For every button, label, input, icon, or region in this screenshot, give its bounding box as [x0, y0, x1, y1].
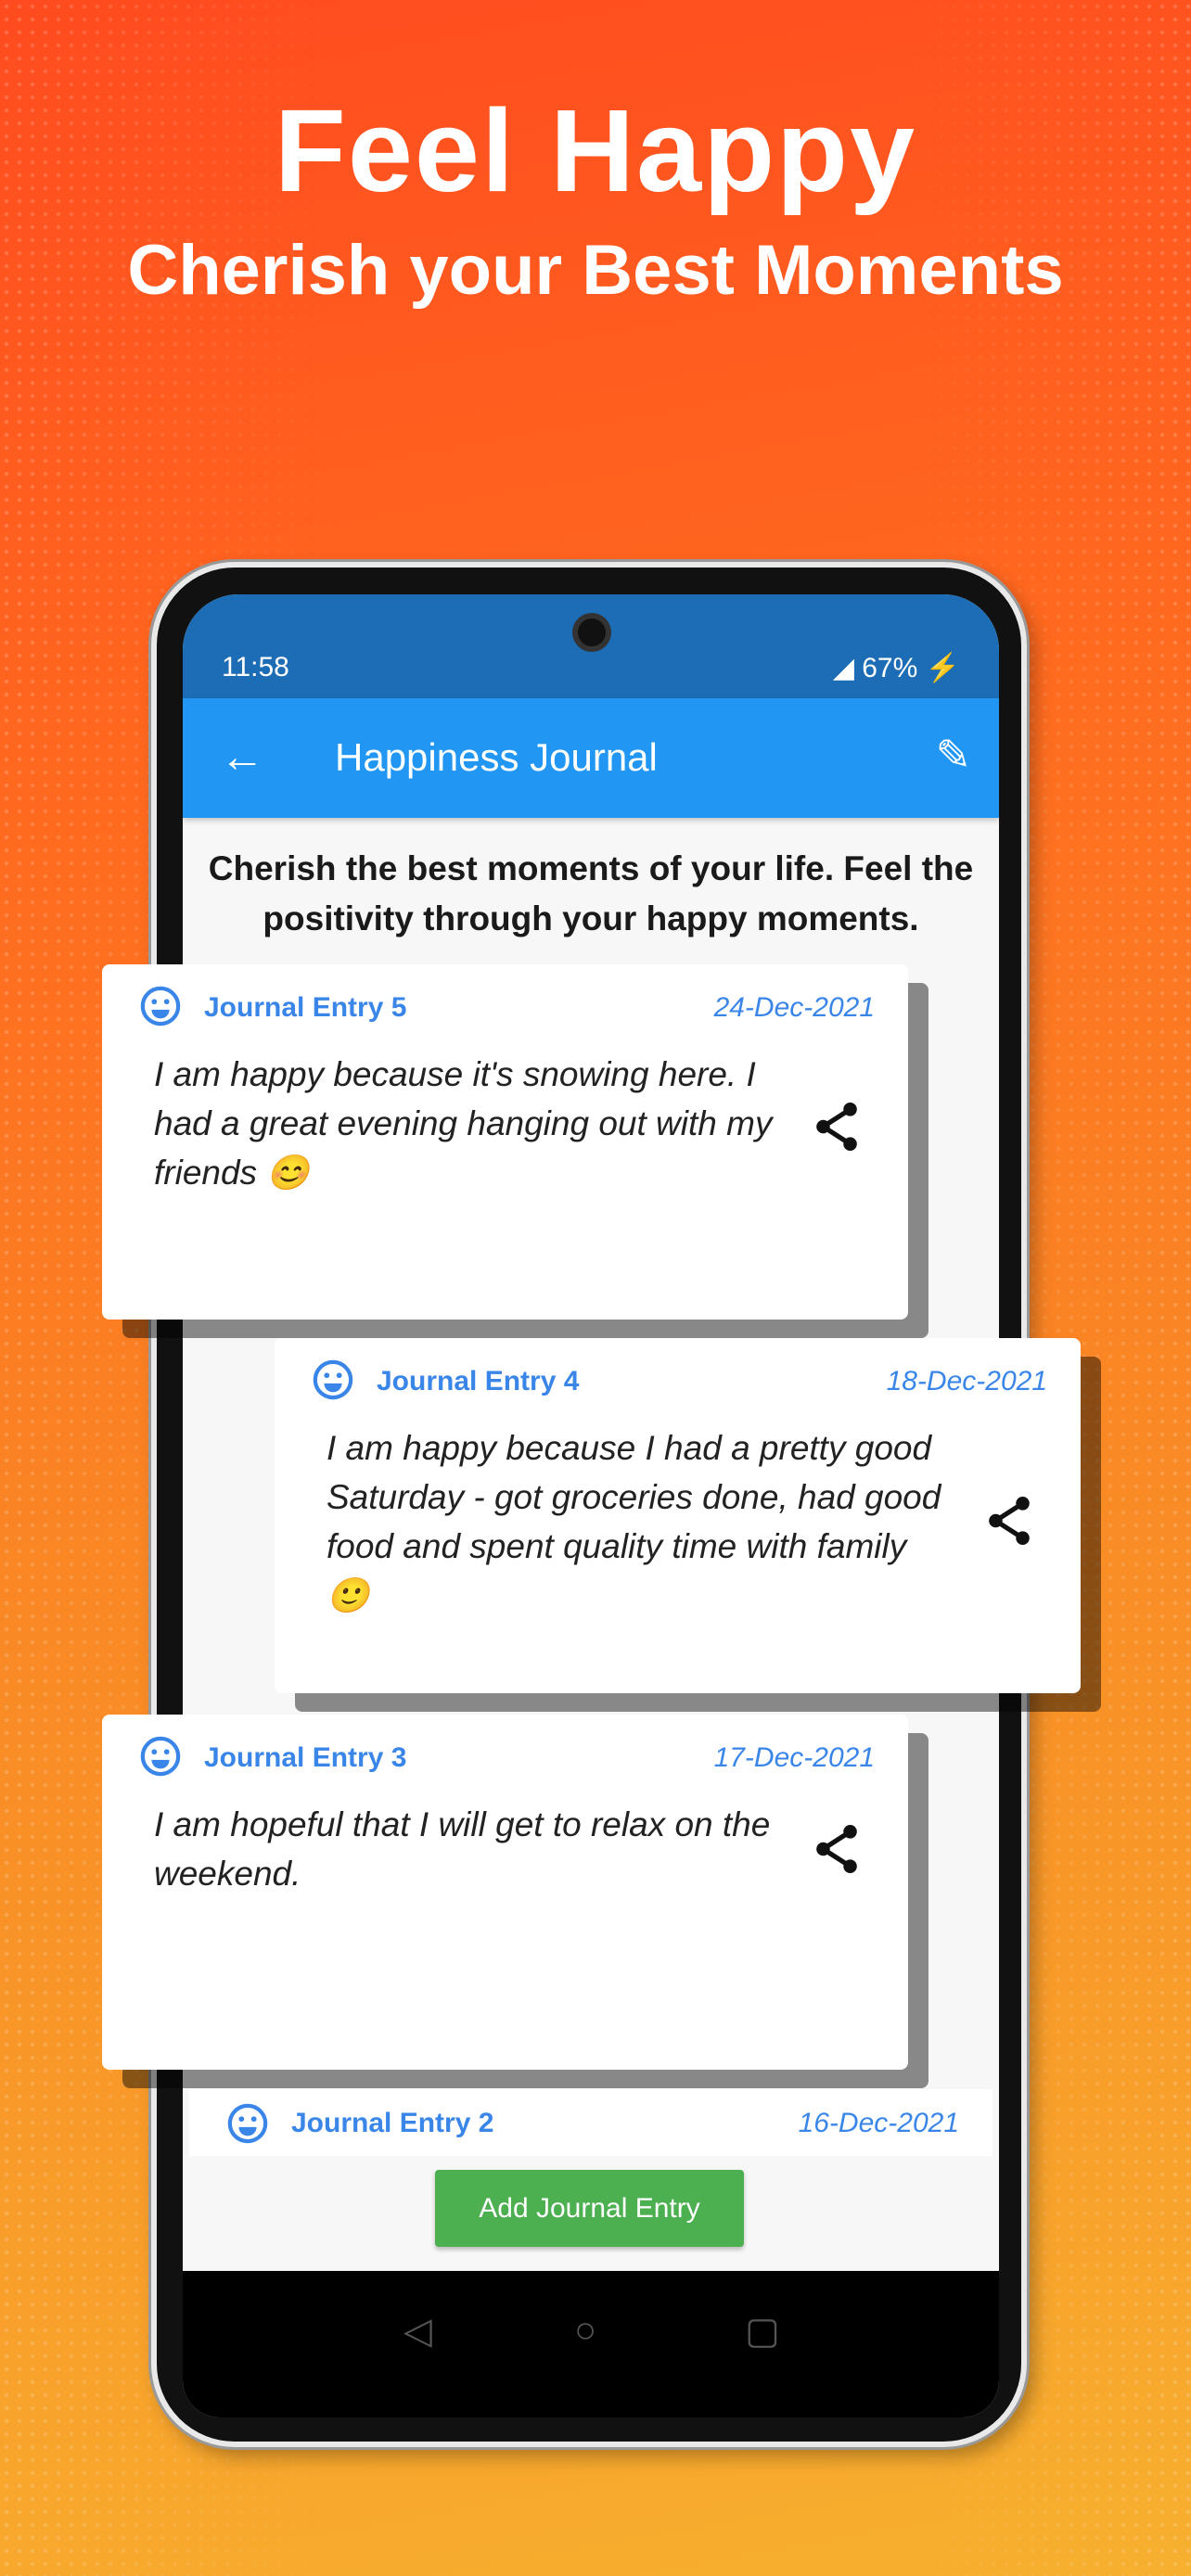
entry-title: Journal Entry 4 — [377, 1366, 580, 1396]
smiley-icon — [226, 2102, 269, 2145]
share-icon[interactable] — [813, 1824, 860, 1874]
share-icon[interactable] — [813, 1102, 860, 1152]
navigation-bar: ◁ ○ ▢ — [183, 2271, 999, 2417]
journal-entry-card[interactable]: Journal Entry 4 18-Dec-2021 I am happy b… — [275, 1338, 1081, 1693]
edit-pencil-icon[interactable]: ✎ — [935, 730, 971, 780]
entry-text: I am hopeful that I will get to relax on… — [154, 1805, 771, 1893]
battery-level: 67% — [862, 653, 918, 683]
back-nav-icon[interactable]: ◁ — [403, 2310, 432, 2353]
signal-icon: ◢ — [832, 653, 863, 683]
recents-nav-icon[interactable]: ▢ — [745, 2310, 780, 2353]
smiley-icon — [139, 1735, 182, 1778]
status-bar: 11:58 ◢ 67% ⚡ — [183, 594, 999, 698]
intro-text: Cherish the best moments of your life. F… — [208, 849, 974, 937]
entry-text: I am happy because I had a pretty good S… — [327, 1429, 941, 1614]
app-bar: ← Happiness Journal ✎ — [183, 698, 999, 818]
status-time: 11:58 — [222, 652, 289, 682]
status-right: ◢ 67% ⚡ — [833, 652, 960, 684]
smiley-icon — [139, 985, 182, 1027]
entry-title: Journal Entry 5 — [204, 992, 407, 1023]
app-title: Happiness Journal — [335, 735, 658, 779]
entry-date: 24-Dec-2021 — [713, 992, 875, 1023]
entry-title: Journal Entry 2 — [291, 2108, 494, 2138]
share-icon[interactable] — [986, 1496, 1032, 1546]
entry-title: Journal Entry 3 — [204, 1742, 407, 1773]
promo-title: Feel Happy — [274, 85, 917, 216]
home-nav-icon[interactable]: ○ — [574, 2310, 596, 2352]
back-arrow-icon[interactable]: ← — [220, 732, 264, 783]
camera-icon — [572, 613, 611, 652]
journal-entry-card[interactable]: Journal Entry 2 16-Dec-2021 — [189, 2089, 992, 2156]
entry-date: 17-Dec-2021 — [713, 1742, 875, 1773]
charging-icon: ⚡ — [917, 653, 960, 683]
entry-date: 18-Dec-2021 — [886, 1366, 1047, 1396]
promo-subtitle: Cherish your Best Moments — [127, 231, 1064, 310]
smiley-icon — [312, 1358, 354, 1401]
journal-entry-card[interactable]: Journal Entry 3 17-Dec-2021 I am hopeful… — [102, 1715, 908, 2070]
entry-text: I am happy because it's snowing here. I … — [154, 1055, 773, 1192]
journal-entry-card[interactable]: Journal Entry 5 24-Dec-2021 I am happy b… — [102, 964, 908, 1320]
add-journal-entry-button[interactable]: Add Journal Entry — [435, 2170, 744, 2247]
entry-date: 16-Dec-2021 — [798, 2108, 959, 2138]
